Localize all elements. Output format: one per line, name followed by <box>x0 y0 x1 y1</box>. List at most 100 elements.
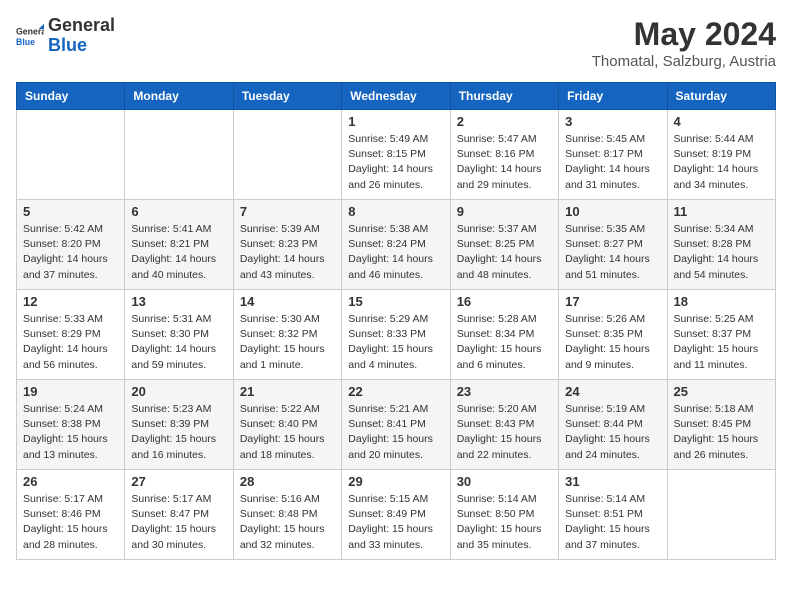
day-info: Sunrise: 5:39 AMSunset: 8:23 PMDaylight:… <box>240 222 335 283</box>
day-info: Sunrise: 5:34 AMSunset: 8:28 PMDaylight:… <box>674 222 769 283</box>
calendar-cell: 31 Sunrise: 5:14 AMSunset: 8:51 PMDayligh… <box>559 470 667 560</box>
day-number: 23 <box>457 384 552 399</box>
day-info: Sunrise: 5:21 AMSunset: 8:41 PMDaylight:… <box>348 402 443 463</box>
day-number: 3 <box>565 114 660 129</box>
logo-text: GeneralBlue <box>48 16 115 56</box>
calendar-cell <box>233 110 341 200</box>
day-of-week-header: Monday <box>125 83 233 110</box>
day-number: 25 <box>674 384 769 399</box>
calendar-cell: 22 Sunrise: 5:21 AMSunset: 8:41 PMDayligh… <box>342 380 450 470</box>
day-info: Sunrise: 5:14 AMSunset: 8:51 PMDaylight:… <box>565 492 660 553</box>
calendar-cell: 27Sunrise: 5:17 AMSunset: 8:47 PMDayligh… <box>125 470 233 560</box>
calendar-cell: 4 Sunrise: 5:44 AMSunset: 8:19 PMDaylight… <box>667 110 775 200</box>
calendar-week-row: 12 Sunrise: 5:33 AMSunset: 8:29 PMDayligh… <box>17 290 776 380</box>
day-info: Sunrise: 5:25 AMSunset: 8:37 PMDaylight:… <box>674 312 769 373</box>
day-info: Sunrise: 5:33 AMSunset: 8:29 PMDaylight:… <box>23 312 118 373</box>
calendar-cell: 1Sunrise: 5:49 AMSunset: 8:15 PMDaylight… <box>342 110 450 200</box>
day-of-week-header: Friday <box>559 83 667 110</box>
day-info: Sunrise: 5:44 AMSunset: 8:19 PMDaylight:… <box>674 132 769 193</box>
day-number: 22 <box>348 384 443 399</box>
day-number: 1 <box>348 114 443 129</box>
day-info: Sunrise: 5:47 AMSunset: 8:16 PMDaylight:… <box>457 132 552 193</box>
calendar-cell: 19Sunrise: 5:24 AMSunset: 8:38 PMDayligh… <box>17 380 125 470</box>
calendar-cell: 11 Sunrise: 5:34 AMSunset: 8:28 PMDayligh… <box>667 200 775 290</box>
calendar-cell: 29 Sunrise: 5:15 AMSunset: 8:49 PMDayligh… <box>342 470 450 560</box>
day-number: 4 <box>674 114 769 129</box>
day-info: Sunrise: 5:17 AMSunset: 8:46 PMDaylight:… <box>23 492 118 553</box>
day-info: Sunrise: 5:35 AMSunset: 8:27 PMDaylight:… <box>565 222 660 283</box>
calendar-cell: 5 Sunrise: 5:42 AMSunset: 8:20 PMDaylight… <box>17 200 125 290</box>
day-info: Sunrise: 5:45 AMSunset: 8:17 PMDaylight:… <box>565 132 660 193</box>
day-number: 16 <box>457 294 552 309</box>
calendar-week-row: 1Sunrise: 5:49 AMSunset: 8:15 PMDaylight… <box>17 110 776 200</box>
calendar-cell: 12 Sunrise: 5:33 AMSunset: 8:29 PMDayligh… <box>17 290 125 380</box>
page-header: General Blue GeneralBlue May 2024 Thomat… <box>16 16 776 70</box>
calendar-cell: 18 Sunrise: 5:25 AMSunset: 8:37 PMDayligh… <box>667 290 775 380</box>
day-number: 29 <box>348 474 443 489</box>
calendar-cell: 26 Sunrise: 5:17 AMSunset: 8:46 PMDayligh… <box>17 470 125 560</box>
day-info: Sunrise: 5:15 AMSunset: 8:49 PMDaylight:… <box>348 492 443 553</box>
day-number: 24 <box>565 384 660 399</box>
calendar-cell: 20Sunrise: 5:23 AMSunset: 8:39 PMDayligh… <box>125 380 233 470</box>
day-info: Sunrise: 5:29 AMSunset: 8:33 PMDaylight:… <box>348 312 443 373</box>
calendar-cell: 30 Sunrise: 5:14 AMSunset: 8:50 PMDayligh… <box>450 470 558 560</box>
logo-icon: General Blue <box>16 22 44 50</box>
day-number: 26 <box>23 474 118 489</box>
day-number: 14 <box>240 294 335 309</box>
day-number: 11 <box>674 204 769 219</box>
day-info: Sunrise: 5:16 AMSunset: 8:48 PMDaylight:… <box>240 492 335 553</box>
calendar-cell: 25 Sunrise: 5:18 AMSunset: 8:45 PMDayligh… <box>667 380 775 470</box>
calendar-cell: 24 Sunrise: 5:19 AMSunset: 8:44 PMDayligh… <box>559 380 667 470</box>
day-of-week-header: Tuesday <box>233 83 341 110</box>
day-number: 15 <box>348 294 443 309</box>
calendar-cell: 3 Sunrise: 5:45 AMSunset: 8:17 PMDaylight… <box>559 110 667 200</box>
day-number: 30 <box>457 474 552 489</box>
calendar-week-row: 19Sunrise: 5:24 AMSunset: 8:38 PMDayligh… <box>17 380 776 470</box>
calendar-cell: 17Sunrise: 5:26 AMSunset: 8:35 PMDayligh… <box>559 290 667 380</box>
svg-text:Blue: Blue <box>16 37 35 47</box>
day-number: 17 <box>565 294 660 309</box>
day-info: Sunrise: 5:31 AMSunset: 8:30 PMDaylight:… <box>131 312 226 373</box>
title-section: May 2024 Thomatal, Salzburg, Austria <box>592 16 776 70</box>
day-number: 31 <box>565 474 660 489</box>
day-number: 10 <box>565 204 660 219</box>
day-number: 12 <box>23 294 118 309</box>
day-info: Sunrise: 5:42 AMSunset: 8:20 PMDaylight:… <box>23 222 118 283</box>
calendar-table: SundayMondayTuesdayWednesdayThursdayFrid… <box>16 82 776 560</box>
day-info: Sunrise: 5:23 AMSunset: 8:39 PMDaylight:… <box>131 402 226 463</box>
day-number: 28 <box>240 474 335 489</box>
day-number: 27 <box>131 474 226 489</box>
day-info: Sunrise: 5:24 AMSunset: 8:38 PMDaylight:… <box>23 402 118 463</box>
day-info: Sunrise: 5:14 AMSunset: 8:50 PMDaylight:… <box>457 492 552 553</box>
day-info: Sunrise: 5:30 AMSunset: 8:32 PMDaylight:… <box>240 312 335 373</box>
day-number: 6 <box>131 204 226 219</box>
day-number: 5 <box>23 204 118 219</box>
day-info: Sunrise: 5:20 AMSunset: 8:43 PMDaylight:… <box>457 402 552 463</box>
calendar-cell: 8Sunrise: 5:38 AMSunset: 8:24 PMDaylight… <box>342 200 450 290</box>
day-info: Sunrise: 5:19 AMSunset: 8:44 PMDaylight:… <box>565 402 660 463</box>
calendar-week-row: 26 Sunrise: 5:17 AMSunset: 8:46 PMDayligh… <box>17 470 776 560</box>
day-info: Sunrise: 5:38 AMSunset: 8:24 PMDaylight:… <box>348 222 443 283</box>
day-of-week-header: Wednesday <box>342 83 450 110</box>
day-info: Sunrise: 5:22 AMSunset: 8:40 PMDaylight:… <box>240 402 335 463</box>
calendar-cell: 13 Sunrise: 5:31 AMSunset: 8:30 PMDayligh… <box>125 290 233 380</box>
logo: General Blue GeneralBlue <box>16 16 115 56</box>
calendar-cell: 15 Sunrise: 5:29 AMSunset: 8:33 PMDayligh… <box>342 290 450 380</box>
day-number: 2 <box>457 114 552 129</box>
day-info: Sunrise: 5:18 AMSunset: 8:45 PMDaylight:… <box>674 402 769 463</box>
calendar-cell <box>667 470 775 560</box>
day-of-week-header: Saturday <box>667 83 775 110</box>
day-number: 13 <box>131 294 226 309</box>
calendar-cell: 14 Sunrise: 5:30 AMSunset: 8:32 PMDayligh… <box>233 290 341 380</box>
calendar-cell <box>125 110 233 200</box>
day-of-week-header: Sunday <box>17 83 125 110</box>
month-year-title: May 2024 <box>592 16 776 53</box>
calendar-cell: 2 Sunrise: 5:47 AMSunset: 8:16 PMDaylight… <box>450 110 558 200</box>
day-number: 9 <box>457 204 552 219</box>
calendar-cell <box>17 110 125 200</box>
svg-text:General: General <box>16 26 44 36</box>
day-number: 21 <box>240 384 335 399</box>
calendar-cell: 21 Sunrise: 5:22 AMSunset: 8:40 PMDayligh… <box>233 380 341 470</box>
day-number: 18 <box>674 294 769 309</box>
calendar-cell: 10 Sunrise: 5:35 AMSunset: 8:27 PMDayligh… <box>559 200 667 290</box>
